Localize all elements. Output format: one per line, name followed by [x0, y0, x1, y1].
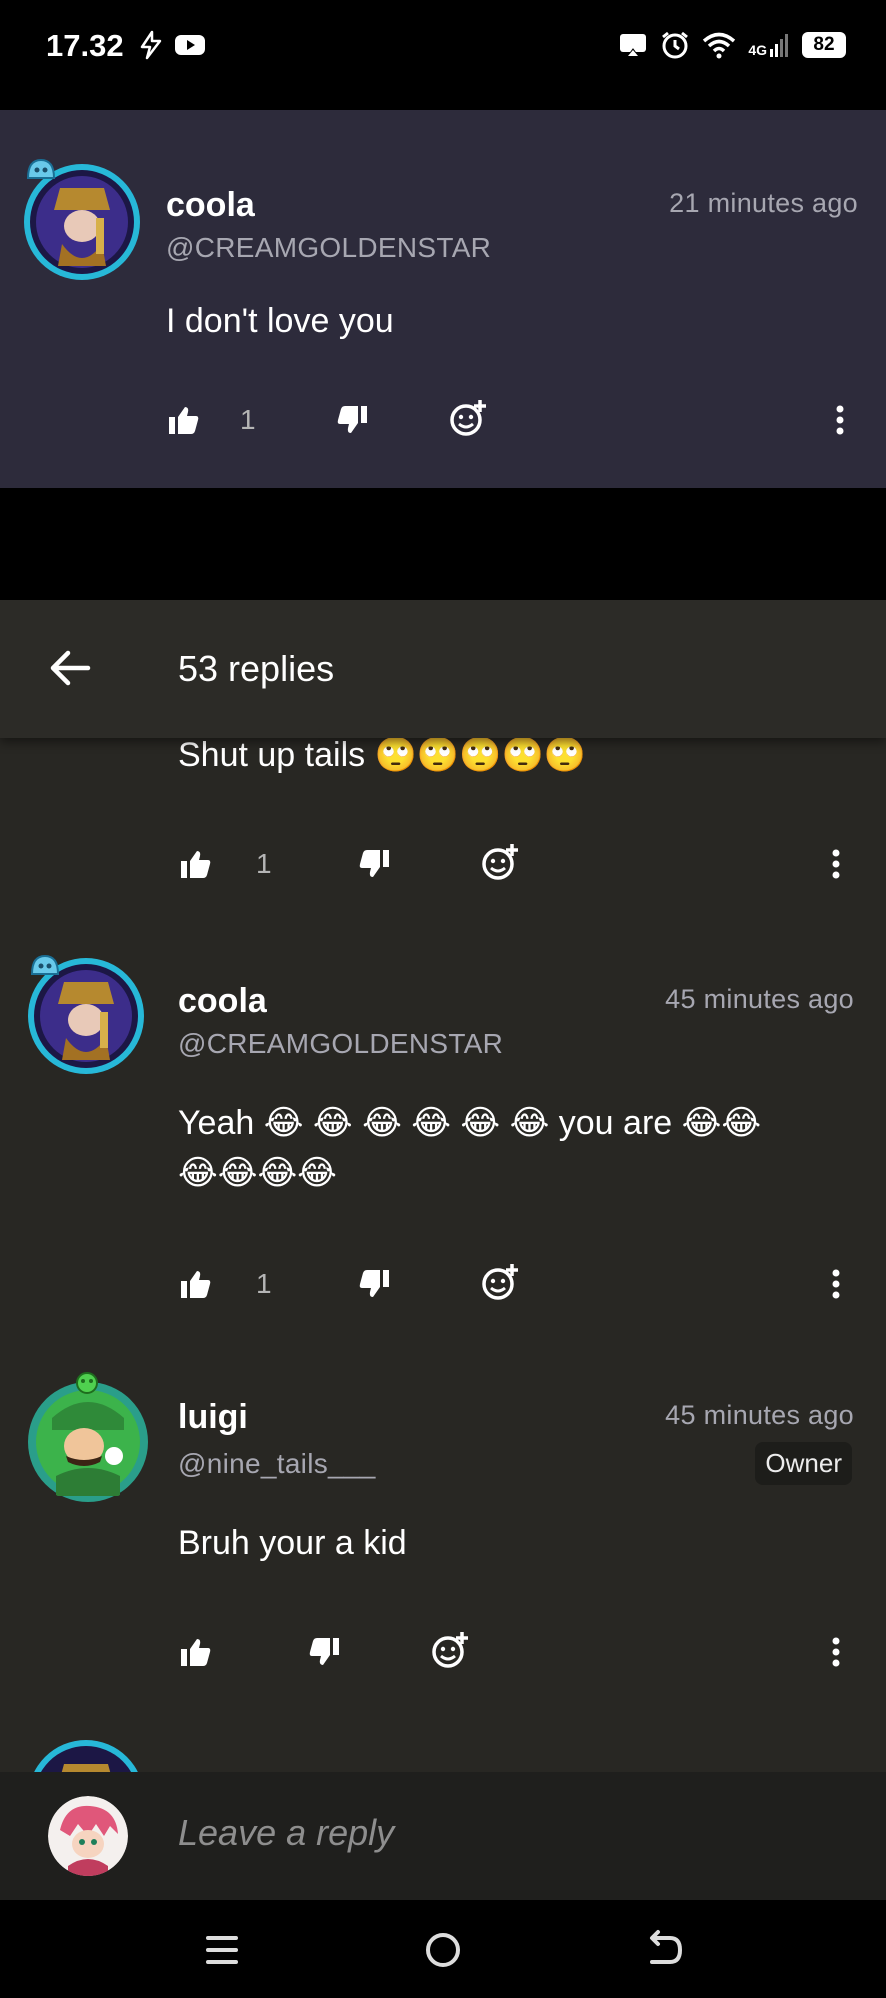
add-reaction-icon	[482, 1264, 518, 1300]
battery-indicator: 82	[802, 32, 846, 58]
dislike-button[interactable]	[354, 1264, 394, 1304]
network-type: 4G	[748, 42, 767, 58]
alarm-icon	[662, 31, 689, 59]
home-circle-icon	[426, 1933, 460, 1967]
like-button[interactable]	[176, 1264, 216, 1304]
reply-text-line-2: 😂😂😂😂	[178, 1154, 337, 1192]
charging-bolt-icon	[140, 30, 162, 60]
like-count: 1	[240, 404, 256, 435]
dislike-button[interactable]	[354, 844, 394, 884]
avatar-badge-icon	[76, 1372, 98, 1394]
reply-timestamp: 45 minutes ago	[665, 1400, 854, 1430]
replies-count-title: 53 replies	[178, 648, 335, 689]
divider-gap	[0, 488, 886, 600]
status-time: 17.32	[46, 28, 124, 63]
wifi-icon	[703, 32, 736, 59]
comment-text: I don't love you	[166, 302, 394, 340]
like-button[interactable]	[176, 1632, 216, 1672]
status-left-icons	[138, 30, 206, 60]
more-options-button[interactable]	[816, 1264, 856, 1304]
signal-bars-icon	[770, 34, 788, 57]
thumb-up-icon	[181, 1271, 211, 1298]
current-user-avatar	[48, 1796, 128, 1876]
status-right-icons: 4G 82	[618, 30, 846, 60]
thumb-up-icon	[181, 1639, 211, 1666]
reply-author-handle[interactable]: @nine_tails___	[178, 1448, 376, 1480]
owner-badge: Owner	[755, 1442, 852, 1485]
back-nav-button[interactable]	[640, 1926, 688, 1974]
thumb-up-icon	[169, 407, 199, 434]
reply-author-handle[interactable]: @CREAMGOLDENSTAR	[178, 1028, 503, 1060]
back-nav-icon	[650, 1930, 683, 1964]
thumb-up-icon	[181, 851, 211, 878]
recent-apps-button[interactable]	[198, 1926, 246, 1974]
replies-sheet: 53 replies Shut up tails 🙄🙄🙄🙄🙄 1 coola @…	[0, 600, 886, 1900]
avatar-badge-icon	[26, 158, 56, 179]
thumb-down-icon	[359, 850, 389, 877]
reply-text: Bruh your a kid	[178, 1524, 407, 1562]
replies-header: 53 replies	[0, 600, 886, 738]
reply-author-name[interactable]: luigi	[178, 1398, 248, 1437]
comment-author-handle[interactable]: @CREAMGOLDENSTAR	[166, 232, 491, 264]
reply-timestamp: 45 minutes ago	[665, 984, 854, 1014]
home-button[interactable]	[419, 1926, 467, 1974]
thumb-down-icon	[337, 406, 367, 433]
more-vert-icon	[832, 1637, 840, 1667]
add-reaction-button[interactable]	[480, 1262, 520, 1302]
like-button[interactable]	[176, 844, 216, 884]
cast-icon	[620, 34, 647, 58]
status-bar: 17.32 4G 82	[0, 0, 886, 110]
system-navigation-bar	[0, 1900, 886, 1998]
like-count: 1	[256, 848, 272, 879]
next-reply-avatar-peek	[26, 1738, 146, 1772]
add-reaction-icon	[482, 844, 518, 880]
like-count: 1	[256, 1268, 272, 1299]
reply-input[interactable]: Leave a reply	[178, 1812, 394, 1854]
back-button[interactable]	[44, 642, 96, 694]
add-reaction-button[interactable]	[448, 398, 488, 438]
cellular-signal: 4G	[748, 33, 790, 57]
comment-author-name[interactable]: coola	[166, 186, 255, 225]
reply-text-line-1: Yeah 😂 😂 😂 😂 😂 😂 you are 😂😂	[178, 1104, 762, 1142]
dislike-button[interactable]	[304, 1632, 344, 1672]
dislike-button[interactable]	[332, 400, 372, 440]
add-reaction-icon	[432, 1632, 468, 1668]
more-vert-icon	[832, 1269, 840, 1299]
more-vert-icon	[832, 849, 840, 879]
thumb-down-icon	[359, 1270, 389, 1297]
more-options-button[interactable]	[816, 844, 856, 884]
add-reaction-icon	[450, 400, 486, 436]
youtube-icon	[175, 35, 205, 55]
reply-author-name[interactable]: coola	[178, 982, 267, 1021]
like-button[interactable]	[164, 400, 204, 440]
more-vert-icon	[836, 405, 844, 435]
parent-comment-card: coola @CREAMGOLDENSTAR 21 minutes ago I …	[0, 110, 886, 488]
menu-icon	[206, 1936, 238, 1964]
more-options-button[interactable]	[816, 1632, 856, 1672]
avatar[interactable]	[26, 1380, 150, 1504]
comment-timestamp: 21 minutes ago	[669, 188, 858, 218]
add-reaction-button[interactable]	[430, 1630, 470, 1670]
back-arrow-icon	[50, 650, 91, 686]
thumb-down-icon	[309, 1638, 339, 1665]
more-options-button[interactable]	[820, 400, 860, 440]
avatar-badge-icon	[30, 954, 60, 975]
add-reaction-button[interactable]	[480, 842, 520, 882]
reply-input-bar: Leave a reply	[0, 1772, 886, 1900]
